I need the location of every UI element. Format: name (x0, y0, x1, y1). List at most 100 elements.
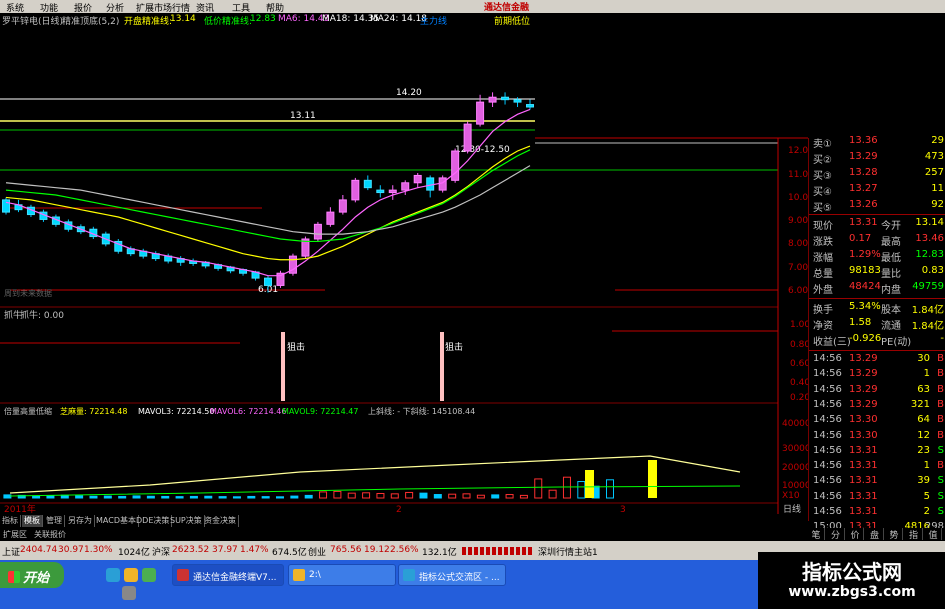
volume-bar (89, 495, 98, 499)
stat-label: 总量 (813, 269, 833, 280)
tick-volume: 39 (917, 475, 930, 487)
volume-bar (232, 496, 241, 499)
price-tick: 11.00 (788, 170, 808, 180)
tick-row: 14:56 13.29 1 B (809, 367, 945, 383)
candle-body (376, 189, 385, 194)
tick-price: 13.31 (849, 444, 878, 456)
stat-label: 今开 (881, 221, 901, 232)
ma24-value: MA24: 14.18 (370, 14, 428, 24)
stat-label: 换手 (813, 305, 833, 316)
order-volume: 11 (931, 183, 944, 194)
order-book-row: 买② 13.29 473 (809, 150, 945, 166)
task-explorer[interactable]: 2:\ (288, 564, 396, 586)
open-line-label: 开盘精准线: (124, 17, 173, 26)
volume-bar (247, 495, 256, 499)
volume-bar (204, 495, 213, 499)
open-line-value: 13.14 (170, 14, 196, 24)
sub2-mavol6: MAVOL6: 72214.46 (210, 407, 286, 416)
tab-indicator[interactable]: 指标 (0, 515, 21, 527)
candle-body (426, 177, 435, 191)
tab-save-as[interactable]: 另存为 (66, 515, 95, 527)
candle-body (313, 223, 322, 240)
quote-tab[interactable]: 指 (906, 528, 923, 541)
price-tick: 6.00 (788, 286, 808, 296)
tab-macd[interactable]: MACD基本 (94, 515, 139, 527)
prior-low-label: 前期低位 (494, 17, 531, 26)
candle-body (413, 174, 422, 184)
market-meter (462, 547, 532, 555)
quote-tab[interactable]: 盘 (867, 528, 884, 541)
sub2-trend: 上斜线: - 下斜线: 145108.44 (368, 406, 475, 416)
tab-template[interactable]: 模板 (22, 515, 43, 527)
task-tdx[interactable]: 通达信金融终端V7... (172, 564, 284, 586)
stat-value: 13.31 (849, 217, 878, 228)
sh-value: 2404.74 (20, 545, 58, 555)
tick-price: 13.29 (849, 383, 878, 395)
tick-volume: 23 (917, 444, 930, 456)
tab-manage[interactable]: 管理 (44, 515, 65, 527)
quote-tab[interactable]: 分 (828, 528, 845, 541)
watermark-url: www.zbgs3.com (788, 584, 916, 600)
tick-side: B (937, 383, 944, 395)
tab-sup[interactable]: SUP决策 (168, 515, 205, 527)
high-level-label: 14.20 (396, 88, 422, 98)
stat-value: 0.17 (849, 233, 872, 244)
desktop-icon[interactable] (122, 586, 136, 600)
volume-trend-line (9, 485, 741, 497)
order-book-row: 买④ 13.27 11 (809, 182, 945, 198)
range-label: 12.30-12.50 (455, 145, 510, 155)
candle-body (363, 179, 372, 189)
volume-highlight-bar (585, 470, 594, 498)
tick-price: 13.29 (849, 398, 878, 410)
price-axis: 12.00 11.00 10.00 9.00 8.00 7.00 6.00 (788, 146, 808, 296)
quote-tab[interactable]: 笔 (808, 528, 825, 541)
tab-dde[interactable]: DDE决策 (134, 515, 173, 527)
tick-time: 14:56 (813, 368, 842, 380)
linked-quote-tab[interactable]: 关联报价 (34, 529, 66, 540)
order-price: 13.28 (849, 167, 878, 178)
folder-icon[interactable] (124, 568, 138, 582)
volume-bar (261, 496, 270, 499)
quote-tab[interactable]: 势 (886, 528, 903, 541)
tick-time: 14:56 (813, 353, 842, 364)
tick-side: B (937, 429, 944, 441)
tick-side: B (937, 398, 944, 410)
tick-row: 14:56 13.30 12 B (809, 429, 945, 445)
sh-amount: 1024亿 (118, 548, 150, 558)
quote-stat-row: 总量 98183 量比 0.83 (809, 264, 945, 280)
price-tick: 7.00 (788, 263, 808, 273)
stat-value: 1.29% (849, 249, 881, 260)
order-book-row: 卖① 13.36 29 (809, 134, 945, 150)
tick-side: B (937, 414, 944, 426)
candle-body (326, 211, 335, 225)
tab-fund[interactable]: 资金决策 (202, 515, 239, 527)
candle-body (526, 104, 534, 108)
server-label[interactable]: 深圳行情主站1 (538, 545, 598, 558)
quote-stat-row: 外盘 48424 内盘 49759 (809, 280, 945, 296)
volume-bar (319, 491, 328, 499)
dim-note-label: 周到未来数据 (4, 288, 52, 298)
stat-label: 量比 (881, 269, 901, 280)
quote-tab[interactable]: 价 (847, 528, 864, 541)
ext-area-tab[interactable]: 扩展区 (3, 529, 27, 540)
ie-icon[interactable] (106, 568, 120, 582)
volume-bar (276, 496, 285, 499)
sub2-mavol9: MAVOL9: 72214.47 (282, 407, 358, 416)
low-line-label: 低价精准线: (204, 17, 253, 26)
tick-volume: 30 (917, 353, 930, 364)
quote-tab[interactable]: 值 (925, 528, 942, 541)
tick-side: S (937, 475, 944, 487)
indicator-name[interactable]: 精准顶底(5,2) (62, 14, 119, 26)
volume-bar (362, 492, 371, 499)
start-button[interactable]: 开始 (0, 562, 64, 588)
volume-bar (505, 494, 514, 499)
candlestick-chart[interactable]: 14.20 13.11 12.30-12.50 6.01 周到未来数据 抓牛 抓… (0, 26, 808, 514)
candle-body (476, 101, 485, 125)
menu-bar: 系统 功能 报价 分析 扩展市场行情 资讯 工具 帮助 通达信金融 (0, 0, 945, 14)
stat-value: 0.83 (921, 265, 944, 276)
volume-bar (476, 494, 485, 499)
sz-change: 37.97 (212, 545, 238, 555)
volume-bar (75, 495, 84, 499)
media-icon[interactable] (142, 568, 156, 582)
task-forum[interactable]: 指标公式交流区 - ... (398, 564, 506, 586)
